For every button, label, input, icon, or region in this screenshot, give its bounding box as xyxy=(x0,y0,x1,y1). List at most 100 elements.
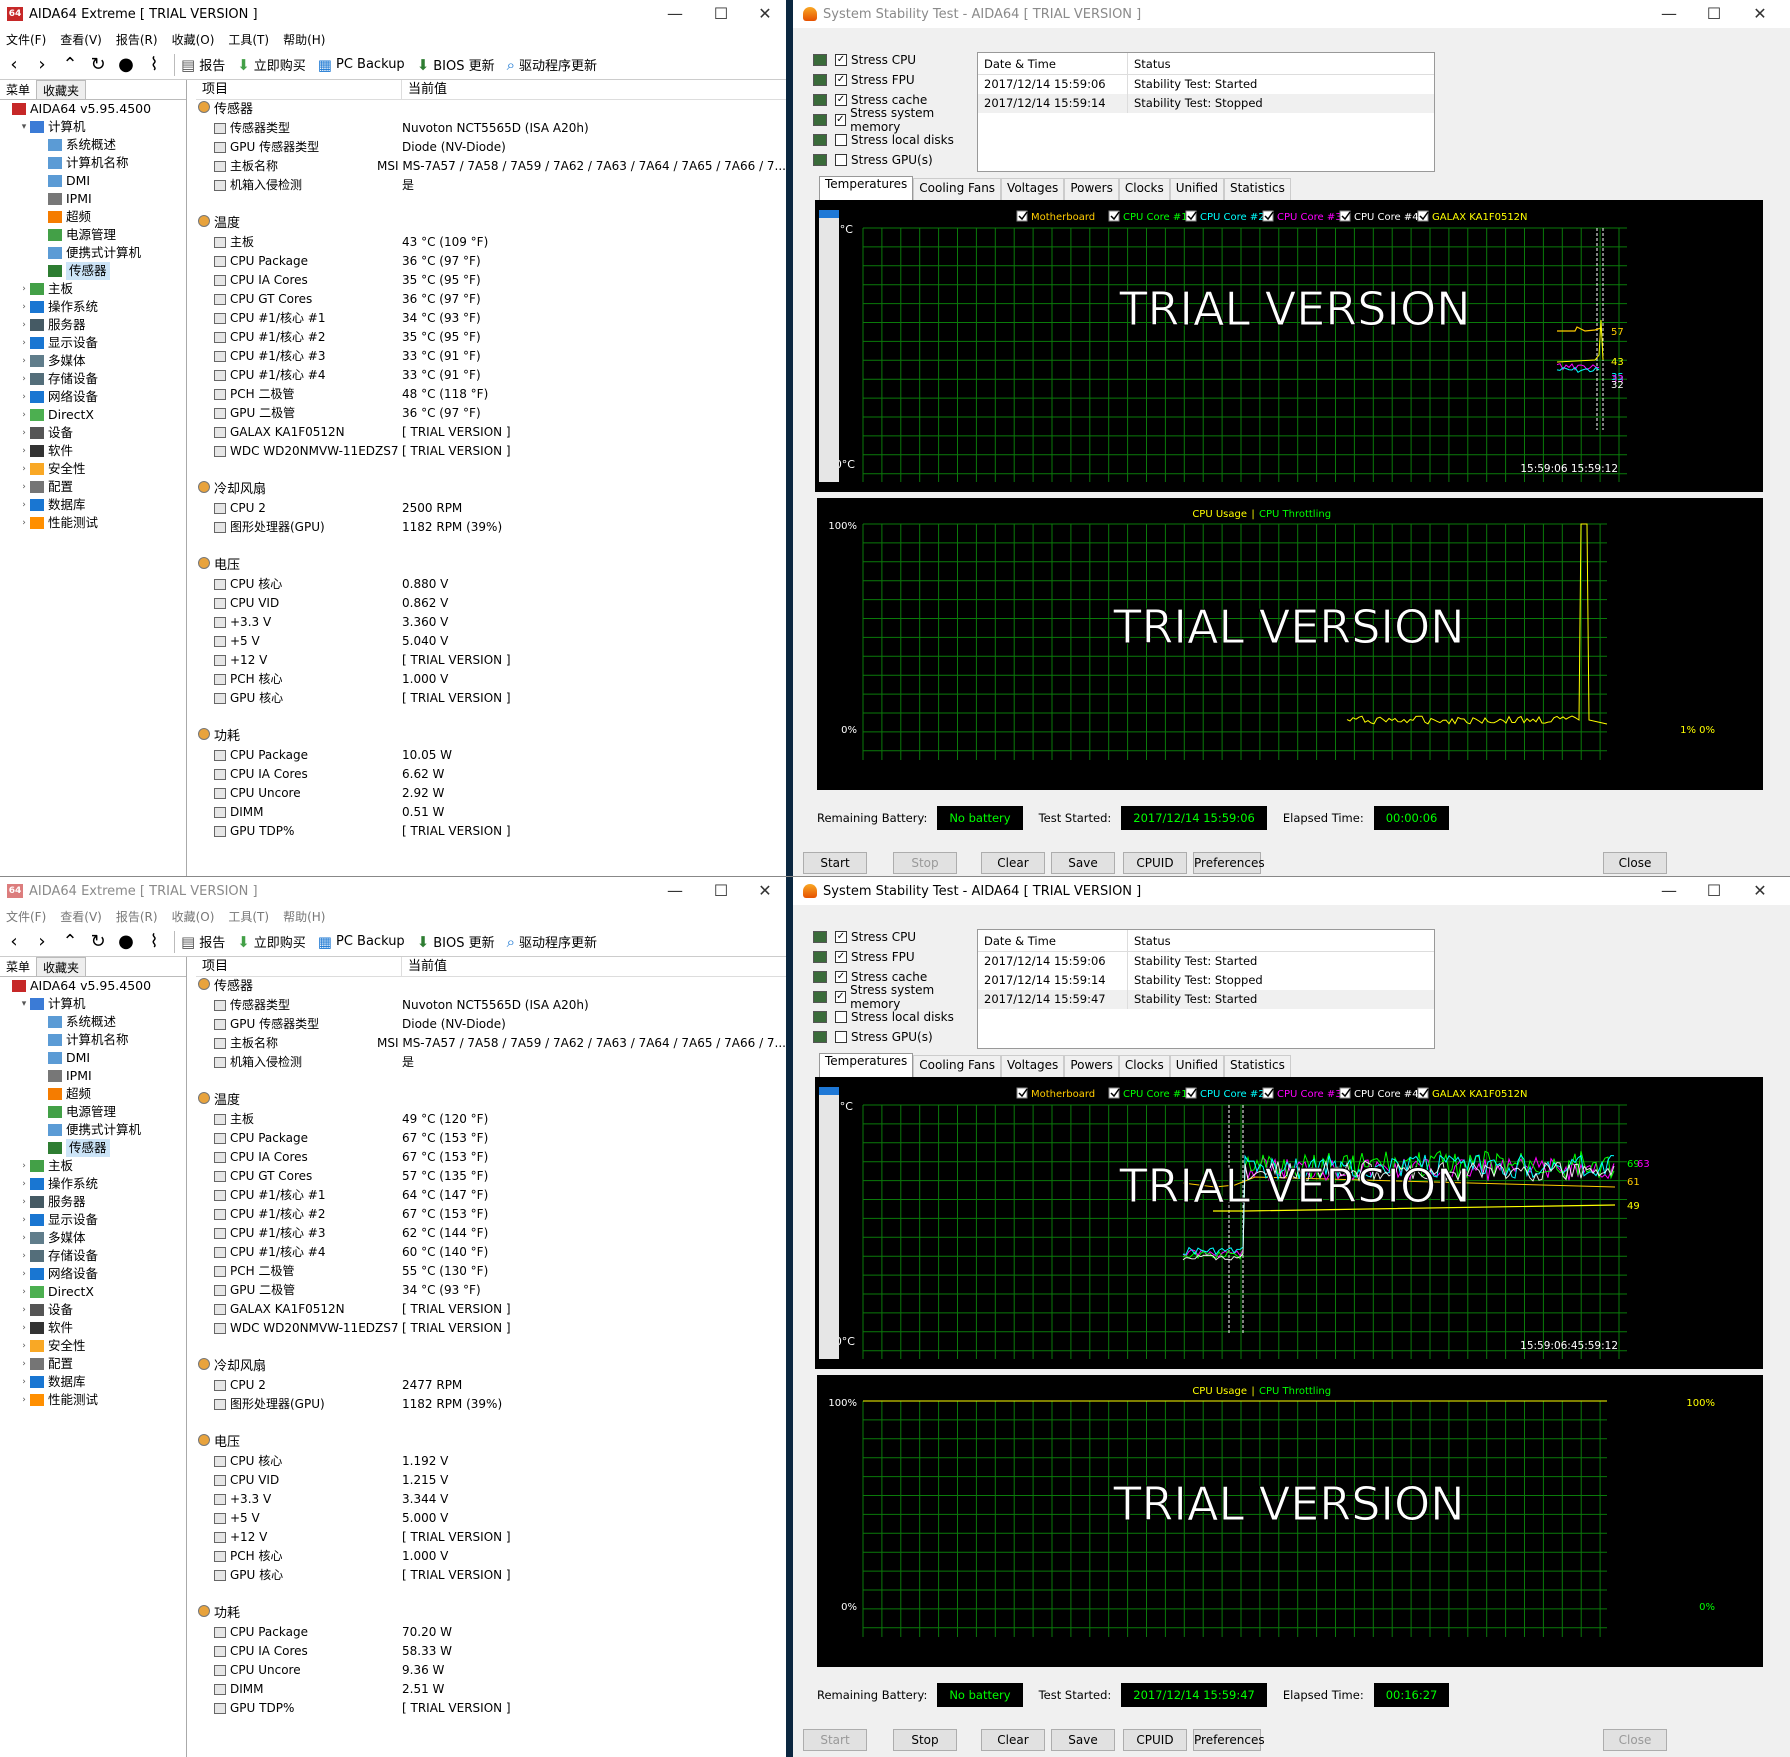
tree-item[interactable]: 传感器 xyxy=(0,262,186,280)
graph-tab[interactable]: Voltages xyxy=(1001,178,1065,200)
save-button[interactable]: Save xyxy=(1051,1729,1115,1751)
graph-tab[interactable]: Temperatures xyxy=(819,1053,914,1077)
tree-item[interactable]: 传感器 xyxy=(0,1139,186,1157)
graph-tab[interactable]: Statistics xyxy=(1224,178,1291,200)
clear-button[interactable]: Clear xyxy=(981,852,1045,874)
log-row[interactable]: 2017/12/14 15:59:06 Stability Test: Start… xyxy=(978,75,1434,94)
tree-item[interactable]: DMI xyxy=(0,172,186,190)
stop-button[interactable]: Stop xyxy=(893,852,957,874)
tree-item[interactable]: › 性能测试 xyxy=(0,514,186,532)
start-button[interactable]: Start xyxy=(803,852,867,874)
expand-icon[interactable]: › xyxy=(18,1373,30,1391)
tree-item[interactable]: › 操作系统 xyxy=(0,298,186,316)
log-col-datetime[interactable]: Date & Time xyxy=(978,930,1128,951)
scroll-thumb[interactable] xyxy=(819,210,839,218)
panel-tab[interactable]: 收藏夹 xyxy=(36,80,87,99)
menu-item[interactable]: 报告(R) xyxy=(116,31,158,48)
tree-item[interactable]: › 操作系统 xyxy=(0,1175,186,1193)
log-row[interactable]: 2017/12/14 15:59:47 Stability Test: Start… xyxy=(978,990,1434,1009)
expand-icon[interactable]: › xyxy=(18,298,30,316)
expand-icon[interactable]: › xyxy=(18,1247,30,1265)
panel-tab[interactable]: 菜单 xyxy=(0,957,36,976)
checkbox[interactable]: ✓ xyxy=(835,971,847,983)
checkbox[interactable]: ✓ xyxy=(835,74,847,86)
user-icon[interactable]: ● xyxy=(112,54,140,75)
graph-tab[interactable]: Powers xyxy=(1064,1055,1119,1077)
minimize-button[interactable]: — xyxy=(1646,877,1692,905)
toolbar-button[interactable]: ⬇ BIOS 更新 xyxy=(417,55,495,75)
tree-item[interactable]: › 软件 xyxy=(0,442,186,460)
expand-icon[interactable]: › xyxy=(18,496,30,514)
expand-icon[interactable]: › xyxy=(18,514,30,532)
checkbox[interactable] xyxy=(835,1011,847,1023)
tree-item[interactable]: IPMI xyxy=(0,190,186,208)
stress-option[interactable]: Stress GPU(s) xyxy=(813,1027,983,1047)
menu-item[interactable]: 帮助(H) xyxy=(283,31,325,48)
expand-icon[interactable]: › xyxy=(18,280,30,298)
stress-option[interactable]: Stress GPU(s) xyxy=(813,150,983,170)
tree-item[interactable]: › 显示设备 xyxy=(0,1211,186,1229)
scroll-thumb[interactable] xyxy=(819,1087,839,1095)
maximize-button[interactable]: ☐ xyxy=(1691,877,1737,905)
expand-icon[interactable]: › xyxy=(18,1337,30,1355)
tree-item[interactable]: AIDA64 v5.95.4500 xyxy=(0,977,186,995)
graph-tab[interactable]: Cooling Fans xyxy=(913,1055,1002,1077)
expand-icon[interactable]: › xyxy=(18,1319,30,1337)
maximize-button[interactable]: ☐ xyxy=(698,0,744,28)
toolbar-button[interactable]: ⬇ 立即购买 xyxy=(237,932,306,952)
tree-item[interactable]: › DirectX xyxy=(0,1283,186,1301)
tree-item[interactable]: › 软件 xyxy=(0,1319,186,1337)
tree-item[interactable]: IPMI xyxy=(0,1067,186,1085)
expand-icon[interactable]: › xyxy=(18,1391,30,1409)
panel-tab[interactable]: 收藏夹 xyxy=(36,957,87,976)
expand-icon[interactable]: › xyxy=(18,1157,30,1175)
graph-tab[interactable]: Temperatures xyxy=(819,176,914,200)
menu-item[interactable]: 工具(T) xyxy=(228,908,269,925)
expand-icon[interactable]: › xyxy=(18,1211,30,1229)
stress-option[interactable]: ✓ Stress system memory xyxy=(813,983,983,1011)
expand-icon[interactable]: ▾ xyxy=(18,118,30,136)
tree-item[interactable]: › 性能测试 xyxy=(0,1391,186,1409)
expand-icon[interactable]: › xyxy=(18,370,30,388)
menu-item[interactable]: 文件(F) xyxy=(6,908,46,925)
stress-option[interactable]: ✓ Stress FPU xyxy=(813,947,983,967)
expand-icon[interactable]: › xyxy=(18,406,30,424)
panel-tab[interactable]: 菜单 xyxy=(0,80,36,99)
preferences-button[interactable]: Preferences xyxy=(1193,1729,1265,1751)
toolbar-button[interactable]: ⬇ BIOS 更新 xyxy=(417,932,495,952)
tree-item[interactable]: › 网络设备 xyxy=(0,388,186,406)
checkbox[interactable]: ✓ xyxy=(835,951,847,963)
chart-icon[interactable]: ⌇ xyxy=(140,54,168,75)
tree-item[interactable]: › 数据库 xyxy=(0,496,186,514)
toolbar-button[interactable]: ▤ 报告 xyxy=(181,932,225,952)
checkbox[interactable]: ✓ xyxy=(834,991,847,1003)
minimize-button[interactable]: — xyxy=(652,877,698,905)
clear-button[interactable]: Clear xyxy=(981,1729,1045,1751)
column-item[interactable]: 项目 xyxy=(196,957,402,976)
toolbar-button[interactable]: ▦ PC Backup xyxy=(318,933,405,951)
tree-item[interactable]: › 安全性 xyxy=(0,460,186,478)
close-button[interactable]: Close xyxy=(1603,852,1667,874)
tree-item[interactable]: DMI xyxy=(0,1049,186,1067)
tree-item[interactable]: › 主板 xyxy=(0,280,186,298)
preferences-button[interactable]: Preferences xyxy=(1193,852,1265,874)
tree-item[interactable]: 系统概述 xyxy=(0,136,186,154)
tree-item[interactable]: › 设备 xyxy=(0,1301,186,1319)
log-col-status[interactable]: Status xyxy=(1128,930,1171,951)
refresh-icon[interactable]: ↻ xyxy=(84,54,112,75)
log-row[interactable]: 2017/12/14 15:59:06 Stability Test: Start… xyxy=(978,952,1434,971)
graph-tab[interactable]: Clocks xyxy=(1118,178,1170,200)
tree-item[interactable]: 电源管理 xyxy=(0,1103,186,1121)
cpuid-button[interactable]: CPUID xyxy=(1123,1729,1187,1751)
log-row[interactable]: 2017/12/14 15:59:14 Stability Test: Stopp… xyxy=(978,94,1434,113)
tree-item[interactable]: 便携式计算机 xyxy=(0,1121,186,1139)
stop-button[interactable]: Stop xyxy=(893,1729,957,1751)
graph-tab[interactable]: Statistics xyxy=(1224,1055,1291,1077)
expand-icon[interactable]: › xyxy=(18,1355,30,1373)
expand-icon[interactable]: › xyxy=(18,442,30,460)
back-icon[interactable]: ‹ xyxy=(0,54,28,75)
graph-tab[interactable]: Clocks xyxy=(1118,1055,1170,1077)
tree-item[interactable]: › 主板 xyxy=(0,1157,186,1175)
tree-item[interactable]: › 设备 xyxy=(0,424,186,442)
tree-item[interactable]: 电源管理 xyxy=(0,226,186,244)
